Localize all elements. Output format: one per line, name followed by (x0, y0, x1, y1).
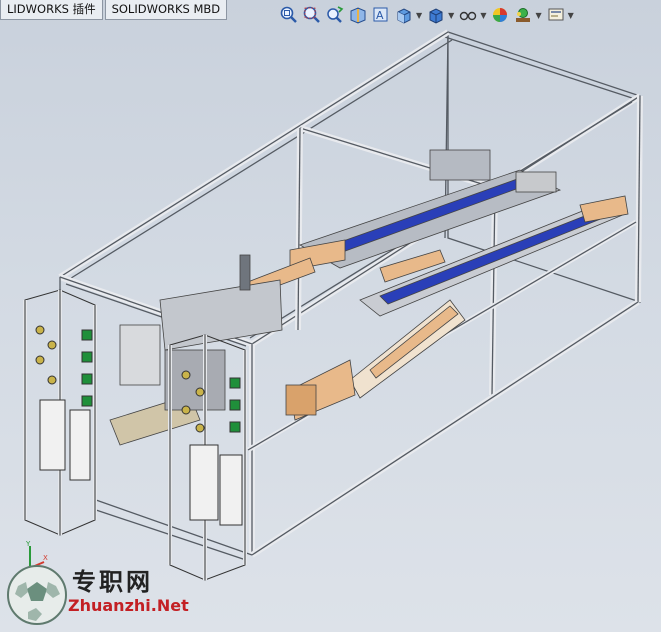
soccer-ball-logo-icon (7, 565, 67, 625)
apply-scene-icon[interactable] (513, 5, 533, 25)
svg-text:A: A (376, 9, 384, 22)
graphics-area-3d-model[interactable] (0, 26, 661, 632)
display-style-icon[interactable] (426, 5, 446, 25)
tab-solidworks-mbd[interactable]: SOLIDWORKS MBD (104, 0, 228, 20)
chevron-down-icon[interactable]: ▼ (568, 11, 574, 20)
hide-show-items-icon[interactable] (458, 5, 478, 25)
chevron-down-icon[interactable]: ▼ (416, 11, 422, 20)
zoom-to-area-icon[interactable] (302, 5, 322, 25)
svg-text:Y: Y (25, 540, 31, 548)
chevron-down-icon[interactable]: ▼ (480, 11, 486, 20)
section-view-icon[interactable] (348, 5, 368, 25)
chevron-down-icon[interactable]: ▼ (535, 11, 541, 20)
previous-view-icon[interactable] (325, 5, 345, 25)
view-settings-icon[interactable] (546, 5, 566, 25)
dynamic-annotation-icon[interactable]: A (371, 5, 391, 25)
zoom-to-fit-icon[interactable] (279, 5, 299, 25)
watermark-chinese-text: 专职网 (72, 568, 153, 596)
command-manager-tabs: LIDWORKS 插件 SOLIDWORKS MBD (0, 0, 229, 22)
tab-solidworks-addins[interactable]: LIDWORKS 插件 (0, 0, 103, 20)
heads-up-view-toolbar: A ▼ ▼ ▼ ▼ ▼ (279, 4, 578, 26)
chevron-down-icon[interactable]: ▼ (448, 11, 454, 20)
watermark-url-text: Zhuanzhi.Net (68, 596, 189, 615)
edit-appearance-icon[interactable] (490, 5, 510, 25)
watermark: 专职网 Zhuanzhi.Net (2, 560, 192, 630)
view-orientation-icon[interactable] (394, 5, 414, 25)
